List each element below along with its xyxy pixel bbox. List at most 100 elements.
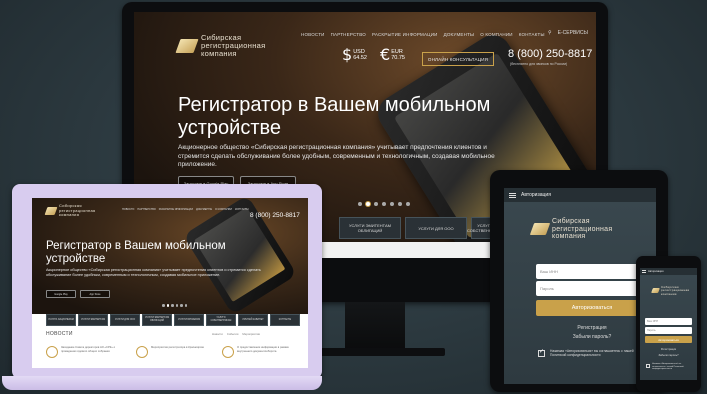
- nav-item-contacts[interactable]: КОНТАКТЫ: [519, 32, 545, 37]
- dollar-icon: $: [342, 45, 353, 64]
- usd-rate: $ USD 64.52: [342, 45, 367, 64]
- euro-icon: €: [380, 45, 391, 64]
- laptop-hero: Сибирская регистрационная компания НОВОС…: [32, 198, 308, 314]
- slider-dot[interactable]: [398, 202, 402, 206]
- slider-dot-active[interactable]: [366, 202, 370, 206]
- eur-value: 70.75: [391, 54, 405, 61]
- nav-item-partnership[interactable]: ПАРТНЕРСТВО: [137, 208, 155, 211]
- service-tiles: УСЛУГИ АКЦИОНЕРАМ УСЛУГИ ЭМИТЕНТАМ УСЛУГ…: [46, 314, 300, 326]
- site-logo[interactable]: Сибирская регистрационная компания: [44, 203, 96, 218]
- main-nav: НОВОСТИ ПАРТНЕРСТВО РАСКРЫТИЕ ИНФОРМАЦИИ…: [301, 32, 545, 37]
- search-icon[interactable]: ⚲: [548, 30, 552, 36]
- slider-dot[interactable]: [382, 202, 386, 206]
- slider-dot[interactable]: [175, 304, 178, 307]
- news-section-title: НОВОСТИ: [46, 331, 73, 337]
- slider-dot[interactable]: [374, 202, 378, 206]
- nav-item-contacts[interactable]: КОНТАКТЫ: [235, 208, 249, 211]
- slider-dot-active[interactable]: [166, 304, 169, 307]
- nav-item-disclosure[interactable]: РАСКРЫТИЕ ИНФОРМАЦИИ: [372, 32, 438, 37]
- tile-shareholders[interactable]: УСЛУГИ АКЦИОНЕРАМ: [46, 314, 76, 326]
- tab-activities[interactable]: Мероприятия: [242, 332, 260, 336]
- slider-dot[interactable]: [162, 304, 165, 307]
- hotline-phone[interactable]: 8 (800) 250-8817: [508, 48, 592, 60]
- menu-icon[interactable]: [642, 270, 646, 273]
- logo-text: Сибирская регистрационная компания: [661, 285, 690, 296]
- consent-checkbox[interactable]: [646, 364, 650, 368]
- nav-item-news[interactable]: НОВОСТИ: [122, 208, 134, 211]
- news-item-text: Мероприятия регистратора в Красноярске: [151, 346, 205, 349]
- laptop-base: [2, 376, 322, 390]
- news-tabs: Новости События Мероприятия: [212, 332, 260, 336]
- tile-llc[interactable]: УСЛУГИ ДЛЯ ООО: [110, 314, 140, 326]
- tile-contacts[interactable]: КОНТАКТЫ: [270, 314, 300, 326]
- slider-dot[interactable]: [358, 202, 362, 206]
- tile-brokers[interactable]: УСЛУГИ БРОКЕРАМ: [174, 314, 204, 326]
- logo-mark-icon: [44, 206, 58, 215]
- monitor-stand: [345, 302, 405, 350]
- inn-field[interactable]: Ваш ИНН: [536, 264, 648, 279]
- site-logo: Сибирская регистрационная компания: [529, 218, 612, 241]
- header-title: Авторизация: [521, 192, 551, 198]
- tab-news[interactable]: Новости: [212, 332, 223, 336]
- register-link[interactable]: Регистрация: [536, 325, 648, 331]
- tile-owners[interactable]: УСЛУГИ СОБСТВЕННИКАМ: [206, 314, 236, 326]
- logo-mark-icon: [175, 39, 199, 53]
- news-date-icon: [136, 346, 148, 358]
- tile-personal-account[interactable]: ЛИЧНЫЙ КАБИНЕТ: [238, 314, 268, 326]
- hero-headline: Регистратор в Вашем мобильном устройстве: [46, 240, 226, 265]
- online-consultation-button[interactable]: ОНЛАЙН КОНСУЛЬТАЦИЯ: [422, 52, 494, 66]
- google-play-button[interactable]: Google Play: [46, 290, 76, 298]
- slider-dot[interactable]: [184, 304, 187, 307]
- menu-icon[interactable]: [509, 192, 516, 198]
- logo-text: Сибирская регистрационная компания: [59, 203, 96, 217]
- slider-dot[interactable]: [171, 304, 174, 307]
- news-item-text: О предоставлении информации в рамках вну…: [237, 346, 289, 353]
- password-field[interactable]: Пароль: [536, 281, 648, 296]
- news-item[interactable]: Мероприятия регистратора в Красноярске: [136, 346, 216, 358]
- hotline-phone[interactable]: 8 (800) 250-8817: [250, 212, 300, 219]
- e-services-link[interactable]: Е-СЕРВИСЫ: [558, 30, 588, 36]
- app-store-button[interactable]: App Store: [80, 290, 110, 298]
- site-logo[interactable]: Сибирская регистрационная компания: [175, 33, 266, 58]
- slider-dot[interactable]: [406, 202, 410, 206]
- slider-dots: [358, 202, 410, 206]
- news-item-text: Заседание Совета директоров АО «СРК» о п…: [61, 346, 116, 353]
- consent-text: Нажимая «Авторизоваться» вы соглашаетесь…: [652, 363, 684, 371]
- nav-item-disclosure[interactable]: РАСКРЫТИЕ ИНФОРМАЦИИ: [159, 208, 193, 211]
- nav-item-news[interactable]: НОВОСТИ: [301, 32, 325, 37]
- service-tiles: УСЛУГИ ЭМИТЕНТАМ ОБЛИГАЦИЙ УСЛУГИ ДЛЯ ОО…: [339, 217, 503, 239]
- forgot-password-link[interactable]: Забыли пароль?: [536, 334, 648, 340]
- hero-headline: Регистратор в Вашем мобильном устройстве: [178, 94, 491, 139]
- tablet-header: Авторизация: [504, 188, 656, 202]
- register-link[interactable]: Регистрация: [645, 348, 692, 351]
- laptop-website: Сибирская регистрационная компания НОВОС…: [32, 198, 308, 368]
- hero-description: Акционерное общество «Сибирская регистра…: [46, 268, 261, 277]
- inn-field[interactable]: Ваш ИНН: [645, 318, 692, 325]
- tile-bond-issuers[interactable]: УСЛУГИ ЭМИТЕНТАМ ОБЛИГАЦИЙ: [339, 217, 401, 239]
- phone-login-screen: Авторизация Сибирская регистрационная ко…: [640, 268, 697, 380]
- nav-item-partnership[interactable]: ПАРТНЕРСТВО: [331, 32, 366, 37]
- news-item[interactable]: О предоставлении информации в рамках вну…: [222, 346, 302, 358]
- login-button[interactable]: Авторизоваться: [536, 300, 648, 316]
- tile-bond-issuers[interactable]: УСЛУГИ ЭМИТЕНТАМ ОБЛИГАЦИЙ: [142, 314, 172, 326]
- nav-item-documents[interactable]: ДОКУМЕНТЫ: [444, 32, 475, 37]
- slider-dot[interactable]: [180, 304, 183, 307]
- nav-item-documents[interactable]: ДОКУМЕНТЫ: [196, 208, 212, 211]
- tile-issuers[interactable]: УСЛУГИ ЭМИТЕНТАМ: [78, 314, 108, 326]
- slider-dot[interactable]: [390, 202, 394, 206]
- nav-item-about[interactable]: О КОМПАНИИ: [480, 32, 513, 37]
- news-date-icon: [222, 346, 234, 358]
- news-item[interactable]: Заседание Совета директоров АО «СРК» о п…: [46, 346, 126, 358]
- nav-item-about[interactable]: О КОМПАНИИ: [215, 208, 232, 211]
- hotline-note: (бесплатно для звонков по России): [510, 62, 568, 66]
- forgot-password-link[interactable]: Забыли пароль?: [645, 354, 692, 357]
- tab-events[interactable]: События: [227, 332, 239, 336]
- usd-value: 64.52: [353, 54, 367, 61]
- consent-checkbox[interactable]: [538, 348, 545, 357]
- phone-header: Авторизация: [640, 268, 697, 275]
- logo-text: Сибирская регистрационная компания: [201, 33, 266, 58]
- tile-llc-services[interactable]: УСЛУГИ ДЛЯ ООО: [405, 217, 467, 239]
- news-date-icon: [46, 346, 58, 358]
- login-button[interactable]: Авторизоваться: [645, 336, 692, 343]
- password-field[interactable]: Пароль: [645, 327, 692, 334]
